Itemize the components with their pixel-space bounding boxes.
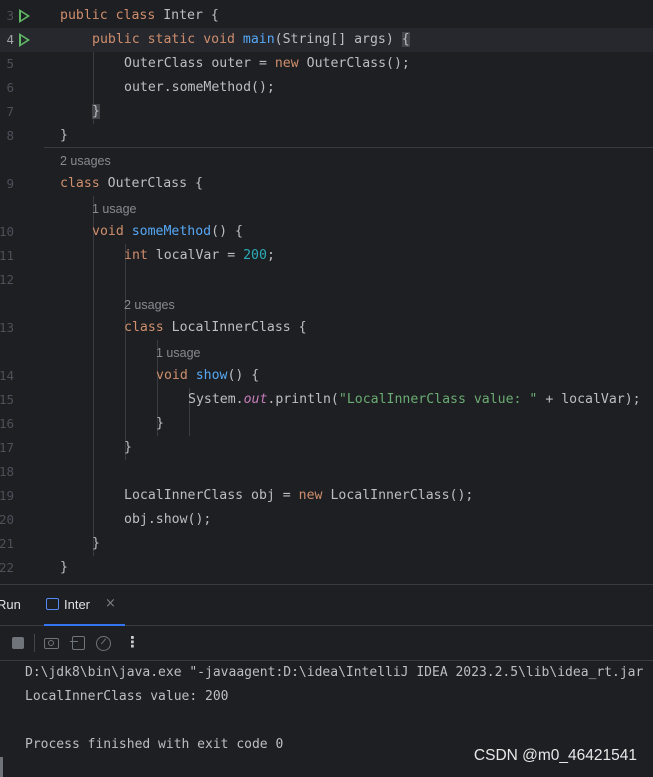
line-number: 18: [0, 464, 14, 479]
code-text: public static void main(String[] args) {: [92, 32, 410, 47]
line-number: 5: [6, 56, 14, 71]
console-gutter-marker: [0, 757, 3, 777]
line-number: 6: [6, 80, 14, 95]
camera-icon[interactable]: [44, 635, 59, 649]
code-text: int localVar = 200;: [124, 248, 275, 263]
inlay-hint-line: 2 usages: [0, 148, 653, 172]
code-line[interactable]: 14 void show() {: [0, 364, 653, 388]
code-text: }: [60, 128, 68, 143]
code-line[interactable]: 10 void someMethod() {: [0, 220, 653, 244]
line-number: 17: [0, 440, 14, 455]
code-line[interactable]: 6 outer.someMethod();: [0, 76, 653, 100]
inlay-hint-line: 1 usage: [0, 340, 653, 364]
usages-hint[interactable]: 2 usages: [124, 298, 175, 312]
run-gutter-icon[interactable]: [19, 33, 30, 47]
line-number: 11: [0, 248, 14, 263]
line-number: 20: [0, 512, 14, 527]
code-line[interactable]: 19 LocalInnerClass obj = new LocalInnerC…: [0, 484, 653, 508]
code-text: }: [92, 104, 100, 119]
line-number: 14: [0, 368, 14, 383]
line-number: 7: [6, 104, 14, 119]
watermark: CSDN @m0_46421541: [473, 747, 637, 764]
stop-icon[interactable]: [12, 637, 24, 649]
code-text: }: [124, 440, 132, 455]
code-line[interactable]: 16 }: [0, 412, 653, 436]
line-number: 9: [6, 176, 14, 191]
run-panel-title: Run: [0, 597, 21, 612]
gauge-icon[interactable]: [96, 635, 111, 651]
inlay-hint-line: 1 usage: [0, 196, 653, 220]
line-number: 12: [0, 272, 14, 287]
line-number: 8: [6, 128, 14, 143]
close-icon[interactable]: ×: [105, 596, 116, 611]
inlay-hint-line: 2 usages: [0, 292, 653, 316]
usages-hint[interactable]: 1 usage: [92, 202, 136, 216]
import-icon[interactable]: [70, 635, 85, 650]
line-number: 22: [0, 560, 14, 575]
line-number: 4: [6, 32, 14, 47]
matched-brace: }: [92, 104, 100, 119]
line-number: 13: [0, 320, 14, 335]
line-number: 3: [6, 8, 14, 23]
toolbar-divider: [34, 634, 35, 652]
run-toolbar: ⋮: [0, 626, 653, 661]
code-line[interactable]: 12: [0, 268, 653, 292]
code-line[interactable]: 20 obj.show();: [0, 508, 653, 532]
run-tab-bar: Run Inter ×: [0, 585, 653, 626]
code-line[interactable]: 17 }: [0, 436, 653, 460]
code-text: class LocalInnerClass {: [124, 320, 307, 335]
code-text: }: [156, 416, 164, 431]
code-text: LocalInnerClass obj = new LocalInnerClas…: [124, 488, 474, 503]
tab-label: Inter: [64, 597, 91, 612]
line-number: 16: [0, 416, 14, 431]
code-line[interactable]: 8 }: [0, 124, 653, 148]
code-text: }: [60, 560, 68, 575]
line-number: 21: [0, 536, 14, 551]
code-line[interactable]: 7 }: [0, 100, 653, 124]
code-line[interactable]: 13 class LocalInnerClass {: [0, 316, 653, 340]
code-line[interactable]: 22 }: [0, 556, 653, 580]
code-text: void show() {: [156, 368, 260, 383]
code-line-current[interactable]: 4 public static void main(String[] args)…: [0, 28, 653, 52]
code-line[interactable]: 9 class OuterClass {: [0, 172, 653, 196]
usages-hint[interactable]: 1 usage: [156, 346, 200, 360]
code-text: obj.show();: [124, 512, 212, 527]
code-line[interactable]: 5 OuterClass outer = new OuterClass();: [0, 52, 653, 76]
code-line[interactable]: 11 int localVar = 200;: [0, 244, 653, 268]
code-line[interactable]: 21 }: [0, 532, 653, 556]
more-icon[interactable]: ⋮: [125, 633, 140, 651]
code-text: }: [92, 536, 100, 551]
code-text: void someMethod() {: [92, 224, 243, 239]
console-line: LocalInnerClass value: 200: [25, 689, 229, 704]
code-text: System.out.println("LocalInnerClass valu…: [188, 392, 641, 407]
run-tool-window: Run Inter × ⋮ D:\jdk8\bin\java.exe "-jav…: [0, 584, 653, 777]
matched-brace: {: [401, 32, 410, 47]
code-text: OuterClass outer = new OuterClass();: [124, 56, 410, 71]
run-gutter-icon[interactable]: [19, 9, 30, 23]
console-line: Process finished with exit code 0: [25, 737, 284, 752]
code-text: outer.someMethod();: [124, 80, 275, 95]
line-number: 15: [0, 392, 14, 407]
code-text: class OuterClass {: [60, 176, 203, 191]
code-line[interactable]: 18: [0, 460, 653, 484]
code-line[interactable]: 3 public class Inter {: [0, 4, 653, 28]
code-text: public class Inter {: [60, 8, 219, 23]
line-number: 10: [0, 224, 14, 239]
code-editor[interactable]: 3 public class Inter { 4 public static v…: [0, 0, 653, 584]
tab-inter[interactable]: Inter ×: [44, 585, 126, 626]
code-line[interactable]: 15 System.out.println("LocalInnerClass v…: [0, 388, 653, 412]
console-line: D:\jdk8\bin\java.exe "-javaagent:D:\idea…: [25, 665, 644, 680]
usages-hint[interactable]: 2 usages: [60, 154, 111, 168]
line-number: 19: [0, 488, 14, 503]
run-config-icon: [46, 598, 59, 610]
